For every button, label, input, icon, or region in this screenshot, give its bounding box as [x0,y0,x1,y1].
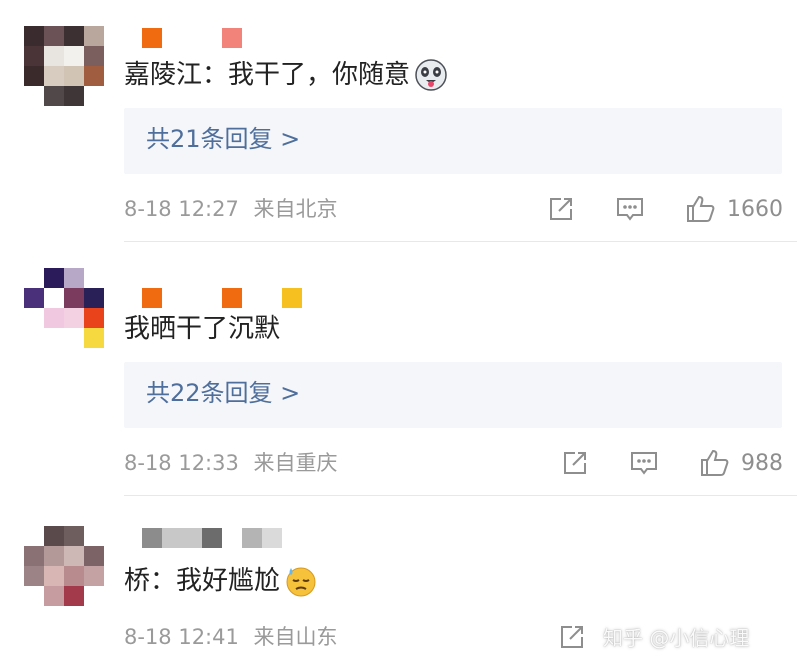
comment-button[interactable] [629,449,659,477]
share-icon [561,626,583,648]
like-count: 1660 [727,196,783,222]
action-bar: 988 [561,446,783,480]
share-button[interactable] [547,195,575,223]
username-pixelated[interactable] [142,288,302,308]
username-pixelated[interactable] [142,528,282,548]
like-count: 988 [741,450,783,476]
timestamp: 8-18 12:41 [124,625,239,649]
comment-1: 嘉陵江：我干了，你随意 共21条回复 > 8-18 12:27 来自北京 166… [0,0,797,242]
view-replies-button[interactable]: 共21条回复 > [124,108,782,174]
sweat-emoji-icon [286,567,316,597]
comment-meta: 8-18 12:41 来自山东 [124,622,338,652]
avatar[interactable] [24,526,104,606]
share-icon [564,452,586,474]
comment-text: 我晒干了沉默 [124,314,281,344]
share-icon [550,198,572,220]
avatar[interactable] [24,268,104,348]
view-replies-button[interactable]: 共22条回复 > [124,362,782,428]
comment-icon [617,198,643,221]
comment-button[interactable] [615,195,645,223]
watermark: 知乎 @小信心理 [603,626,750,650]
location: 来自北京 [253,197,338,221]
timestamp: 8-18 12:33 [124,451,239,475]
comment-icon [631,452,657,475]
username-pixelated[interactable] [142,28,242,48]
timestamp: 8-18 12:27 [124,197,239,221]
comment-text: 嘉陵江：我干了，你随意 [124,58,448,92]
location: 来自山东 [253,625,338,649]
comment-meta: 8-18 12:27 来自北京 [124,194,338,224]
share-button[interactable] [558,623,586,651]
comment-meta: 8-18 12:33 来自重庆 [124,448,338,478]
panda-tongue-emoji-icon [415,59,447,91]
like-button[interactable]: 988 [699,448,783,478]
location: 来自重庆 [253,451,338,475]
action-bar: 1660 [547,192,783,226]
like-icon [687,195,715,222]
share-button[interactable] [561,449,589,477]
like-button[interactable]: 1660 [685,194,783,224]
comment-text: 桥：我好尴尬 [124,564,318,598]
like-icon [701,449,729,476]
comment-2: 我晒干了沉默 共22条回复 > 8-18 12:33 来自重庆 988 [0,242,797,496]
avatar[interactable] [24,26,104,106]
